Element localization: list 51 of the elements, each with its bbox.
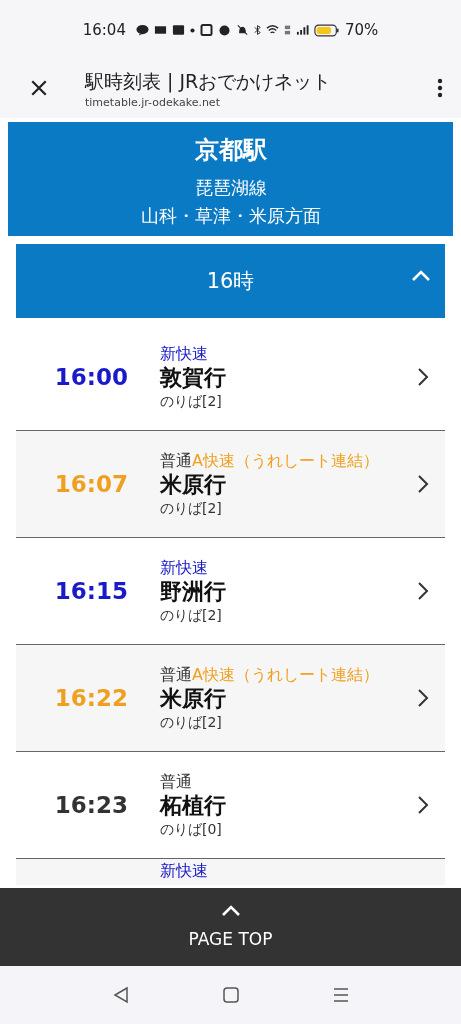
platform: のりば[2] <box>160 713 223 731</box>
destination: 米原行 <box>160 685 227 713</box>
status-time: 16:04 <box>82 21 126 39</box>
page-title: 駅時刻表 | JRおでかけネット <box>85 68 333 94</box>
page-url: timetable.jr-odekake.net <box>85 95 221 109</box>
platform: のりば[2] <box>160 392 223 410</box>
hour-label: 16時 <box>206 268 255 295</box>
home-icon[interactable] <box>221 986 240 1004</box>
platform: のりば[2] <box>160 606 223 624</box>
battery-percent: 70% <box>344 21 379 39</box>
menu-icon[interactable] <box>331 986 350 1004</box>
destination: 米原行 <box>160 471 227 499</box>
chevron-up-icon <box>220 905 241 917</box>
train-type: 新快速 <box>160 344 209 364</box>
train-type: 普通 <box>160 772 193 792</box>
departure-time: 16:15 <box>53 578 128 604</box>
wifi-icon <box>265 24 279 36</box>
departure-time: 16:23 <box>53 792 128 818</box>
platform: のりば[0] <box>160 820 223 838</box>
station-name: 京都駅 <box>193 135 268 166</box>
close-icon[interactable] <box>30 79 48 97</box>
hour-header[interactable]: 16時 <box>16 244 445 318</box>
destination: 敦賀行 <box>160 364 227 392</box>
train-row[interactable]: 16:07 普通A快速（うれしート連結） 米原行 のりば[2] <box>16 431 445 538</box>
battery-icon <box>313 23 339 37</box>
departure-time: 16:00 <box>53 364 128 390</box>
platform: のりば[2] <box>160 499 223 517</box>
destination: 柘植行 <box>160 792 227 820</box>
train-type: 普通A快速（うれしート連結） <box>160 665 380 685</box>
mute-icon <box>235 24 249 36</box>
departure-time: 16:22 <box>53 685 128 711</box>
bluetooth-icon <box>253 24 261 36</box>
train-type: 普通A快速（うれしート連結） <box>160 451 380 471</box>
direction-text: 山科・草津・米原方面 <box>139 204 322 228</box>
chevron-right-icon <box>417 581 429 601</box>
train-type: 新快速 <box>160 861 209 881</box>
chevron-right-icon <box>417 367 429 387</box>
dot-icon <box>189 27 195 33</box>
chevron-right-icon <box>417 795 429 815</box>
chevron-right-icon <box>417 688 429 708</box>
signal-icon <box>295 24 309 36</box>
chat-icon <box>135 24 149 36</box>
line-name: 琵琶湖線 <box>193 176 268 200</box>
more-icon[interactable] <box>437 78 443 98</box>
destination: 野洲行 <box>160 578 227 606</box>
train-type: 新快速 <box>160 558 209 578</box>
departure-time: 16:07 <box>53 471 128 497</box>
back-icon[interactable] <box>111 986 130 1004</box>
train-row[interactable]: 16:22 普通A快速（うれしート連結） 米原行 のりば[2] <box>16 645 445 752</box>
chevron-up-icon[interactable] <box>411 270 431 282</box>
chevron-right-icon <box>417 474 429 494</box>
